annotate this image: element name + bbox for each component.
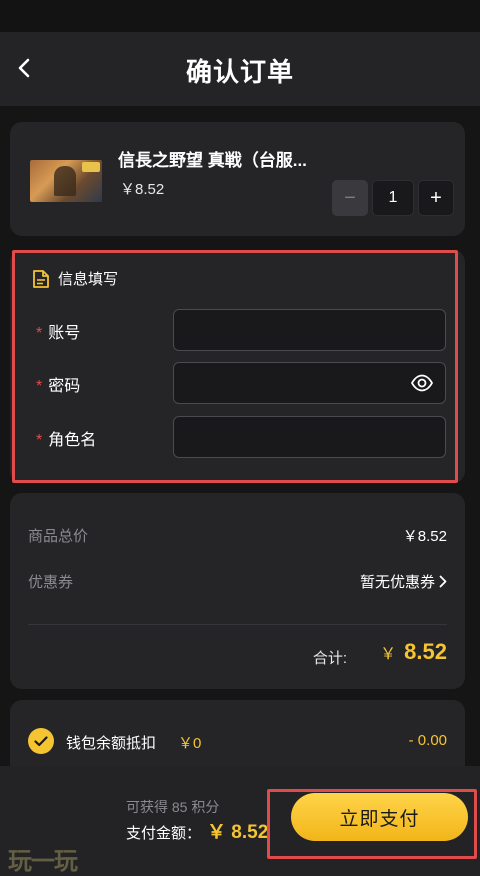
summary-divider: [28, 624, 447, 625]
watermark-logo: 玩一玩: [8, 848, 78, 875]
role-name-label: * 角色名: [36, 432, 97, 449]
header-bar: 确认订单: [0, 32, 480, 106]
pay-now-button[interactable]: 立即支付: [291, 793, 468, 841]
points-text: 可获得 85 积分: [126, 799, 220, 815]
password-label: * 密码: [36, 378, 81, 395]
wallet-deduction: - 0.00: [408, 732, 447, 749]
product-card: 信長之野望 真戦（台服... ￥8.52 − 1 +: [10, 122, 465, 236]
account-field-box: [173, 309, 446, 351]
account-label: * 账号: [36, 325, 81, 342]
password-row: * 密码: [36, 362, 446, 404]
wallet-label: 钱包余额抵扣: [66, 735, 157, 752]
wallet-balance: ￥0: [178, 735, 202, 752]
document-icon: [33, 269, 49, 288]
account-row: * 账号: [36, 309, 446, 351]
info-section-header: 信息填写: [32, 268, 118, 289]
required-mark: *: [36, 325, 43, 342]
check-icon: [34, 735, 48, 746]
password-input[interactable]: [174, 363, 445, 403]
quantity-stepper: − 1 +: [332, 180, 454, 216]
eye-icon[interactable]: [411, 374, 433, 392]
status-strip: [0, 0, 480, 32]
required-mark: *: [36, 378, 43, 395]
password-field-box: [173, 362, 446, 404]
wallet-checkbox[interactable]: [28, 728, 54, 754]
subtotal-label: 商品总价: [28, 528, 89, 545]
pay-amount-row: 支付金额： ￥ 8.52: [126, 817, 268, 844]
decrease-quantity-button[interactable]: −: [332, 180, 368, 216]
chevron-right-icon: [439, 575, 447, 588]
role-name-field-box: [173, 416, 446, 458]
product-price: ￥8.52: [120, 181, 165, 198]
quantity-value[interactable]: 1: [372, 180, 414, 216]
coupon-label: 优惠券: [28, 574, 74, 591]
product-name[interactable]: 信長之野望 真戦（台服...: [118, 146, 307, 171]
price-summary-card: 商品总价 ￥8.52 优惠券 暂无优惠券 合计: ￥ 8.52: [10, 493, 465, 689]
pay-amount-value: ￥ 8.52: [207, 822, 269, 843]
total-value: ￥ 8.52: [380, 639, 447, 664]
increase-quantity-button[interactable]: +: [418, 180, 454, 216]
subtotal-value: ￥8.52: [402, 528, 447, 545]
product-thumbnail[interactable]: [30, 160, 102, 202]
total-label: 合计:: [312, 650, 347, 667]
pay-amount-label: 支付金额：: [126, 825, 202, 842]
coupon-value[interactable]: 暂无优惠券: [360, 571, 447, 592]
page-title: 确认订单: [185, 57, 294, 87]
role-name-row: * 角色名: [36, 416, 446, 458]
account-input[interactable]: [174, 310, 445, 350]
info-section-title: 信息填写: [58, 271, 119, 288]
role-name-input[interactable]: [174, 417, 445, 457]
required-mark: *: [36, 432, 43, 449]
